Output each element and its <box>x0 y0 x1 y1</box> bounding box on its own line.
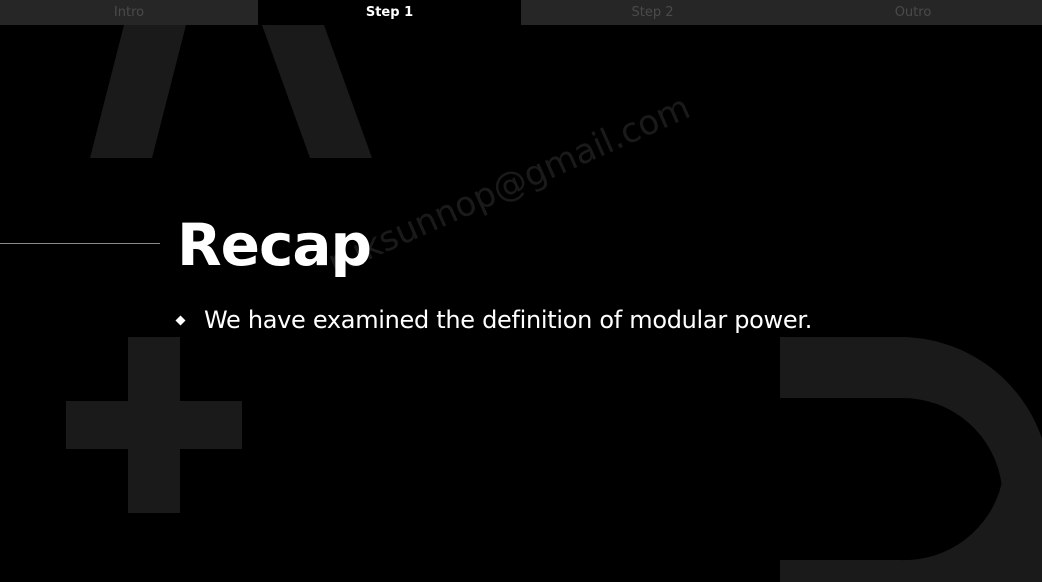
caret-shape <box>90 25 186 158</box>
bullet-text: We have examined the definition of modul… <box>204 306 813 334</box>
list-item: We have examined the definition of modul… <box>174 303 812 337</box>
plus-shape-vertical <box>128 337 180 513</box>
diamond-bullet-icon <box>174 314 186 326</box>
tab-intro[interactable]: Intro <box>0 0 258 25</box>
tab-outro[interactable]: Outro <box>784 0 1042 25</box>
caret-shape-right <box>262 25 372 158</box>
slide-title: Recap <box>177 211 372 279</box>
bullet-list: We have examined the definition of modul… <box>174 303 812 337</box>
title-rule <box>0 243 160 244</box>
background-decoration <box>66 25 1042 582</box>
tab-step-2[interactable]: Step 2 <box>521 0 784 25</box>
arc-shape <box>780 337 1042 582</box>
arc-shape-lower <box>780 482 1002 582</box>
step-tab-bar: Intro Step 1 Step 2 Outro <box>0 0 1042 25</box>
tab-step-1[interactable]: Step 1 <box>258 0 521 25</box>
slide-stage: Intro Step 1 Step 2 Outro ruksunnop@gmai… <box>0 0 1042 582</box>
